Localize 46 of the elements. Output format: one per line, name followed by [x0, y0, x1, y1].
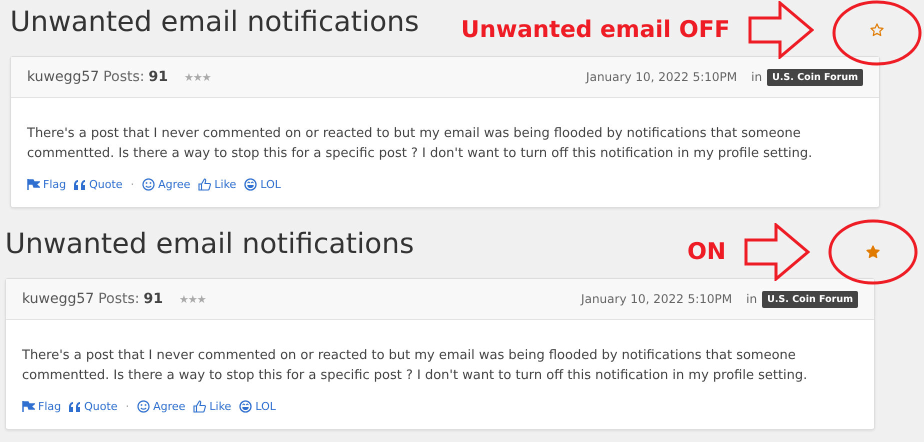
laughing-face-icon: [244, 178, 258, 191]
category-tag[interactable]: U.S. Coin Forum: [762, 290, 858, 308]
flag-icon: [27, 178, 40, 191]
separator-dot: ·: [126, 400, 130, 413]
quote-link[interactable]: Quote: [74, 178, 123, 191]
post-body: There's a post that I never commented on or reacted to but my email was being flooded by notifications that someone commentted. Is there a way to stop this for a specific post ? I don't want to turn off this notification in my profile setting.: [21, 347, 808, 385]
flag-link[interactable]: Flag: [27, 178, 66, 191]
like-link[interactable]: Like: [193, 400, 232, 413]
lol-link[interactable]: LOL: [244, 178, 281, 191]
category-tag[interactable]: U.S. Coin Forum: [767, 68, 863, 86]
agree-link[interactable]: Agree: [137, 400, 186, 413]
username: kuwegg57: [27, 69, 100, 85]
post-count: 91: [148, 69, 168, 85]
post-date: January 10, 2022 5:10PM: [581, 292, 732, 306]
thumbs-up-icon: [193, 400, 206, 413]
annotation-arrow: [748, 1, 814, 59]
rank-stars: ★★★: [179, 292, 206, 306]
post-body: There's a post that I never commented on or reacted to but my email was being flooded by notifications that someone commentted. Is there a way to stop this for a specific post ? I don't want to turn off this notification in my profile setting.: [26, 125, 814, 163]
annotation-text: ON: [687, 239, 726, 265]
agree-link[interactable]: Agree: [142, 178, 190, 191]
smiley-icon: [137, 400, 150, 413]
separator-dot: ·: [130, 178, 134, 191]
bookmark-star-icon[interactable]: [870, 23, 884, 37]
username: kuwegg57: [22, 291, 94, 307]
posts-label: Posts:: [103, 69, 145, 85]
thumbs-up-icon: [198, 178, 212, 191]
in-label: in: [746, 292, 758, 306]
discussion-title: Unwanted email notifications: [10, 4, 420, 40]
bookmark-star-icon[interactable]: [866, 245, 880, 259]
smiley-icon: [142, 178, 156, 191]
discussion-title: Unwanted email notifications: [5, 226, 414, 262]
flag-link[interactable]: Flag: [22, 400, 62, 413]
lol-link[interactable]: LOL: [239, 400, 276, 413]
post-date: January 10, 2022 5:10PM: [586, 70, 738, 84]
rank-stars: ★★★: [184, 70, 211, 84]
quote-icon: [74, 180, 86, 190]
in-label: in: [751, 70, 762, 84]
annotation-text: Unwanted email OFF: [460, 17, 730, 43]
like-link[interactable]: Like: [198, 178, 236, 191]
quote-link[interactable]: Quote: [69, 400, 118, 413]
laughing-face-icon: [239, 400, 252, 413]
annotation-arrow: [744, 223, 810, 281]
posts-label: Posts:: [98, 291, 140, 307]
post-count: 91: [144, 291, 163, 307]
flag-icon: [22, 400, 35, 413]
quote-icon: [69, 402, 82, 412]
